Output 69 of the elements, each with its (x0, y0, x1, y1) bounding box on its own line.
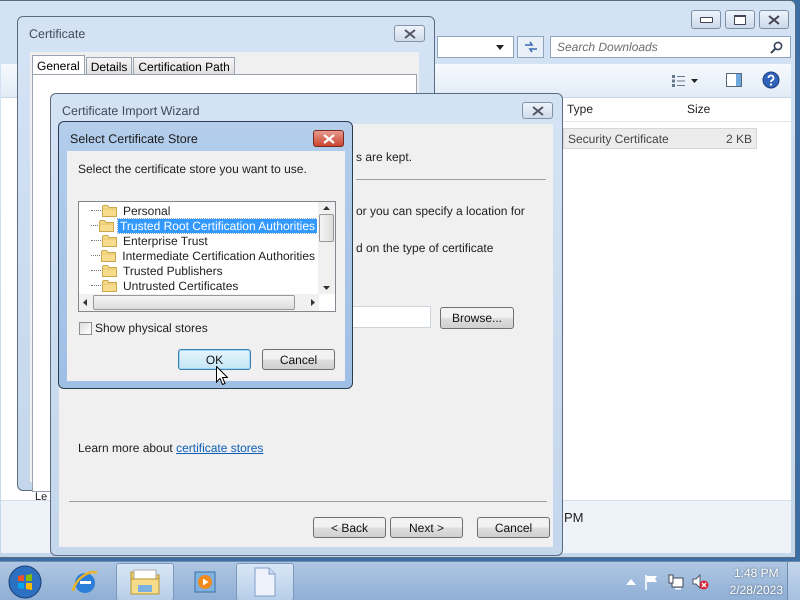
maximize-button[interactable] (725, 10, 755, 29)
tab[interactable]: Details (86, 57, 132, 75)
folder-icon (102, 234, 117, 247)
close-button[interactable] (759, 10, 789, 29)
scroll-left-icon[interactable] (83, 299, 87, 306)
column-header[interactable]: Type (567, 102, 594, 116)
search-icon (770, 41, 783, 54)
wizard-button[interactable]: < Back (313, 517, 386, 538)
address-bar[interactable] (437, 36, 514, 58)
body-text: d on the type of certificate (356, 241, 494, 255)
close-icon (402, 28, 416, 38)
folder-icon (101, 249, 116, 262)
folder-button[interactable] (116, 562, 174, 600)
view-options-icon[interactable] (672, 75, 698, 87)
close-button[interactable] (522, 102, 553, 119)
close-icon (322, 134, 336, 144)
browse-button[interactable]: Browse... (440, 307, 514, 329)
close-button[interactable] (394, 25, 425, 42)
cursor-icon (216, 366, 228, 385)
file-row[interactable]: Security Certificate 2 KB (563, 128, 757, 149)
show-physical-checkbox[interactable]: Show physical stores (79, 321, 208, 335)
vertical-scrollbar[interactable] (318, 202, 335, 294)
store-item[interactable]: Trusted Publishers (121, 264, 225, 278)
refresh-button[interactable] (517, 36, 544, 58)
store-item[interactable]: Intermediate Certification Authorities (120, 248, 317, 262)
minimize-button[interactable] (691, 10, 721, 29)
document-icon (253, 566, 277, 596)
certificate-stores-link[interactable]: certificate stores (176, 441, 264, 455)
dialog-button[interactable]: OK (178, 349, 251, 370)
tab[interactable]: Certification Path (133, 57, 235, 75)
help-icon[interactable] (762, 71, 780, 89)
close-button[interactable] (313, 130, 344, 147)
wizard-button[interactable]: Cancel (477, 517, 550, 538)
refresh-icon (524, 41, 538, 53)
cut-text: Le (35, 491, 48, 503)
window-title: Certificate Import Wizard (62, 104, 200, 118)
document-button[interactable] (236, 562, 294, 600)
store-item[interactable]: Personal (121, 204, 172, 218)
close-icon (767, 14, 781, 24)
window-title: Select Certificate Store (70, 132, 198, 146)
horizontal-scrollbar[interactable] (79, 294, 319, 311)
column-header[interactable]: Size (687, 102, 710, 116)
folder-icon (99, 219, 114, 232)
muted-volume-icon[interactable] (692, 574, 710, 590)
media-player-icon (192, 568, 218, 594)
scroll-right-icon[interactable] (311, 299, 315, 306)
folder-icon (102, 264, 117, 277)
tab[interactable]: General (32, 55, 85, 76)
body-text: or you can specify a location for (356, 204, 525, 218)
dropdown-arrow-icon (496, 44, 504, 50)
scroll-down-icon[interactable] (323, 286, 330, 290)
learn-more-text: Learn more about certificate stores (78, 441, 264, 455)
close-icon (530, 106, 544, 116)
search-field[interactable]: Search Downloads (550, 36, 791, 58)
windows-logo-icon (8, 564, 42, 598)
scroll-up-icon[interactable] (323, 206, 330, 210)
network-icon[interactable] (668, 574, 684, 590)
prompt-text: Select the certificate store you want to use. (78, 162, 307, 176)
folder-icon (102, 204, 117, 217)
store-item[interactable]: Enterprise Trust (121, 234, 210, 248)
wizard-button[interactable]: Next > (390, 517, 463, 538)
store-item[interactable]: Untrusted Certificates (121, 278, 240, 292)
folder-icon (129, 568, 161, 596)
window-title: Certificate (29, 27, 86, 41)
dialog-button[interactable]: Cancel (262, 349, 335, 370)
folder-icon (102, 279, 117, 292)
status-text: PM (564, 510, 584, 525)
preview-pane-icon[interactable] (726, 73, 742, 87)
body-text: s are kept. (356, 150, 412, 164)
